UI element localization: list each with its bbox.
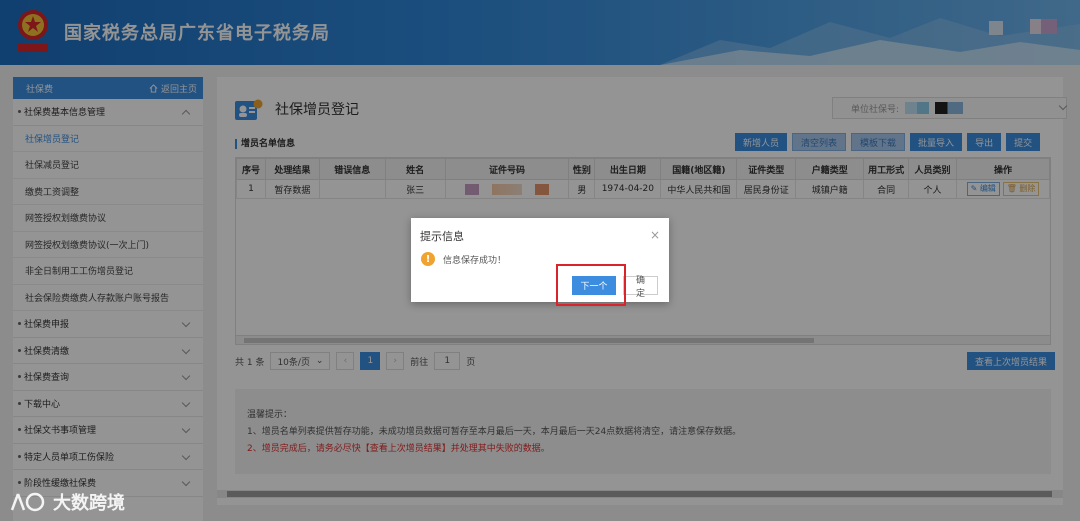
watermark-text: 大数跨境 xyxy=(53,493,125,514)
close-icon[interactable]: × xyxy=(650,228,660,242)
dialog-message-text: 信息保存成功！ xyxy=(443,255,507,266)
dialog-message: ! 信息保存成功！ xyxy=(421,252,506,266)
watermark-logo-icon xyxy=(10,492,45,512)
dialog-title: 提示信息 xyxy=(420,230,464,243)
watermark: 大数跨境 xyxy=(9,489,125,515)
highlight-annotation xyxy=(556,264,626,306)
confirm-button[interactable]: 确定 xyxy=(623,276,658,299)
warning-icon: ! xyxy=(421,252,435,266)
